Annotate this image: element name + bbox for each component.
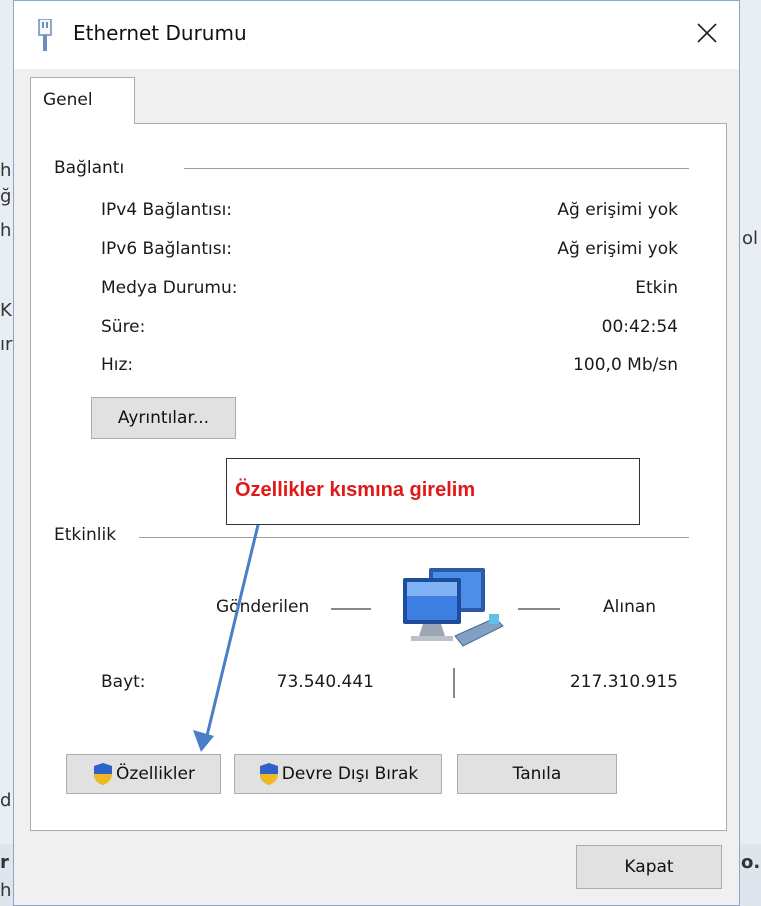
received-label: Alınan bbox=[603, 597, 657, 617]
uac-shield-icon bbox=[259, 763, 278, 785]
ipv4-value: Ağ erişimi yok bbox=[557, 200, 678, 220]
uac-shield-icon bbox=[94, 763, 113, 785]
media-status-value: Etkin bbox=[635, 278, 678, 298]
sent-bytes-value: 73.540.441 bbox=[276, 672, 374, 692]
activity-group-label: Etkinlik bbox=[54, 525, 117, 545]
ethernet-status-dialog: Ethernet Durumu Genel Bağlantı IPv4 Bağl… bbox=[13, 0, 740, 906]
properties-button[interactable]: Özellikler bbox=[66, 754, 221, 794]
activity-group-divider bbox=[139, 537, 689, 538]
bg-text-fragment: d bbox=[0, 790, 12, 811]
bg-text-fragment: o. bbox=[741, 852, 761, 873]
properties-button-label: Özellikler bbox=[116, 764, 195, 784]
window-title: Ethernet Durumu bbox=[73, 21, 247, 45]
sent-label: Gönderilen bbox=[216, 597, 310, 617]
bg-text-fragment: K bbox=[0, 300, 12, 321]
connection-group-divider bbox=[184, 168, 689, 169]
disable-button-label: Devre Dışı Bırak bbox=[281, 764, 419, 784]
bytes-divider bbox=[453, 668, 455, 698]
close-button[interactable]: Kapat bbox=[576, 845, 722, 889]
bg-text-fragment: r bbox=[0, 852, 9, 873]
media-status-label: Medya Durumu: bbox=[101, 278, 238, 298]
received-connector-line bbox=[518, 608, 560, 610]
bytes-label: Bayt: bbox=[101, 672, 146, 692]
network-computers-icon bbox=[403, 568, 504, 647]
bg-text-fragment: ır bbox=[0, 334, 13, 355]
bg-text-fragment: h bbox=[0, 160, 12, 181]
title-bar[interactable]: Ethernet Durumu bbox=[14, 1, 739, 69]
diagnose-button[interactable]: Tanıla bbox=[457, 754, 617, 794]
bg-text-fragment: ol bbox=[742, 228, 759, 249]
sent-connector-line bbox=[331, 608, 371, 610]
annotation-text: Özellikler kısmına girelim bbox=[235, 479, 476, 501]
ipv6-value: Ağ erişimi yok bbox=[557, 239, 678, 259]
annotation-callout: Özellikler kısmına girelim bbox=[226, 458, 640, 525]
ipv4-label: IPv4 Bağlantısı: bbox=[101, 200, 233, 220]
disable-button[interactable]: Devre Dışı Bırak bbox=[234, 754, 442, 794]
duration-label: Süre: bbox=[101, 317, 146, 337]
ethernet-icon bbox=[38, 19, 52, 51]
close-window-button[interactable] bbox=[687, 13, 727, 53]
speed-value: 100,0 Mb/sn bbox=[573, 355, 678, 375]
ipv6-label: IPv6 Bağlantısı: bbox=[101, 239, 233, 259]
connection-group-label: Bağlantı bbox=[54, 158, 125, 178]
bg-text-fragment: h bbox=[0, 880, 12, 901]
details-button[interactable]: Ayrıntılar... bbox=[91, 397, 236, 439]
duration-value: 00:42:54 bbox=[601, 317, 678, 337]
bg-text-fragment: h bbox=[0, 220, 12, 241]
close-icon bbox=[697, 23, 717, 43]
tab-general[interactable]: Genel bbox=[30, 77, 135, 124]
received-bytes-value: 217.310.915 bbox=[569, 672, 678, 692]
speed-label: Hız: bbox=[101, 355, 134, 375]
